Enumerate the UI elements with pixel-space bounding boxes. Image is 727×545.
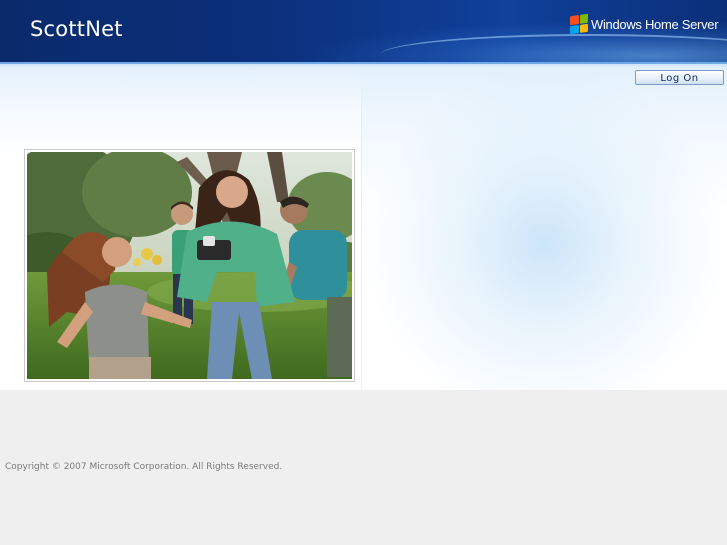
brand-label: Windows Home Server bbox=[591, 16, 719, 32]
photo-frame bbox=[24, 149, 355, 382]
header-bar: ScottNet Windows Home Server bbox=[0, 0, 727, 64]
page: ScottNet Windows Home Server Log On Copy… bbox=[0, 0, 727, 545]
family-photo bbox=[27, 152, 352, 379]
content-top-strip bbox=[0, 64, 727, 68]
main-content: Log On bbox=[0, 64, 727, 390]
windows-home-server-brand: Windows Home Server bbox=[570, 13, 719, 35]
copyright-text: Copyright © 2007 Microsoft Corporation. … bbox=[5, 462, 283, 472]
right-panel bbox=[362, 64, 727, 390]
windows-logo-icon bbox=[570, 13, 588, 35]
log-on-button[interactable]: Log On bbox=[635, 70, 724, 85]
site-title: ScottNet bbox=[30, 17, 123, 41]
footer: Copyright © 2007 Microsoft Corporation. … bbox=[0, 390, 727, 545]
